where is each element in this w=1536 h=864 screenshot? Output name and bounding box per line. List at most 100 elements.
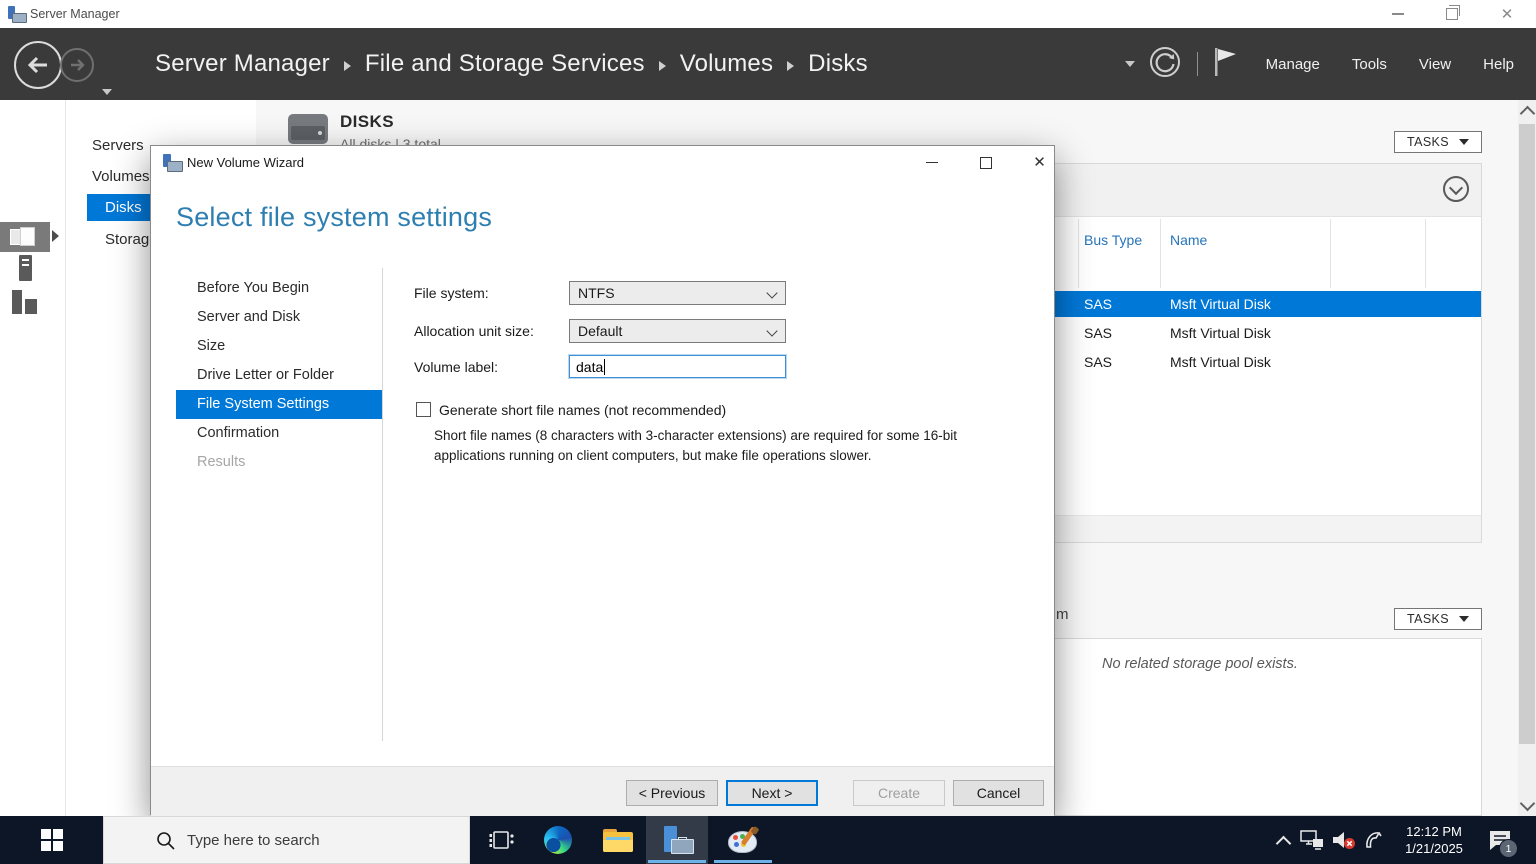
desktop: Server Manager ✕ Server Manager File and… — [0, 0, 1536, 864]
strip-expand-arrow-icon[interactable] — [52, 230, 59, 242]
file-system-label: File system: — [414, 285, 489, 301]
sidebar-file-storage-button[interactable] — [0, 222, 50, 252]
column-divider — [1425, 219, 1426, 288]
breadcrumb-volumes[interactable]: Volumes — [680, 50, 773, 78]
speaker-muted-icon — [1331, 829, 1357, 851]
disks-tasks-button[interactable]: TASKS — [1394, 131, 1482, 153]
menu-view[interactable]: View — [1419, 56, 1451, 73]
nav-item-servers[interactable]: Servers — [92, 137, 144, 154]
edge-taskbar-button[interactable] — [534, 816, 582, 864]
search-input[interactable] — [104, 817, 469, 863]
taskbar-search-box[interactable] — [103, 816, 470, 864]
column-divider — [1078, 219, 1079, 288]
step-confirmation[interactable]: Confirmation — [176, 419, 382, 448]
file-explorer-taskbar-button[interactable] — [594, 816, 642, 864]
notifications-dropdown-caret[interactable] — [1125, 61, 1135, 67]
wizard-maximize-button[interactable] — [963, 146, 1008, 179]
sidebar-all-servers-button[interactable] — [0, 290, 50, 314]
chevron-down-icon — [766, 287, 777, 298]
volumes-icon — [12, 290, 38, 314]
storage-pool-tasks-button[interactable]: TASKS — [1394, 608, 1482, 630]
volume-label-input[interactable]: data — [569, 355, 786, 378]
network-tray-button[interactable] — [1297, 816, 1327, 864]
taskbar-clock[interactable]: 12:12 PM 1/21/2025 — [1393, 823, 1475, 857]
history-dropdown-caret[interactable] — [102, 89, 112, 95]
windows-logo-icon — [41, 829, 63, 851]
navigation-bar: Server Manager File and Storage Services… — [0, 28, 1536, 100]
back-arrow-icon — [21, 48, 55, 82]
wizard-steps: Before You Begin Server and Disk Size Dr… — [176, 274, 382, 477]
generate-short-names-label: Generate short file names (not recommend… — [439, 402, 726, 418]
start-button[interactable] — [0, 816, 80, 864]
step-before-you-begin[interactable]: Before You Begin — [176, 274, 382, 303]
server-manager-app-icon — [8, 6, 26, 22]
close-button[interactable]: ✕ — [1484, 0, 1530, 28]
task-view-icon — [489, 828, 515, 852]
breadcrumb-separator-icon — [787, 61, 794, 71]
forward-button[interactable] — [60, 48, 94, 82]
navbar-right-cluster: Manage Tools View Help — [1125, 28, 1536, 100]
file-system-select[interactable]: NTFS — [569, 281, 786, 305]
step-server-and-disk[interactable]: Server and Disk — [176, 303, 382, 332]
back-button[interactable] — [14, 41, 62, 89]
next-button[interactable]: Next > — [726, 780, 818, 806]
previous-button[interactable]: < Previous — [626, 780, 718, 806]
short-names-note: Short file names (8 characters with 3-ch… — [434, 426, 999, 465]
nav-item-volumes[interactable]: Volumes — [92, 168, 150, 185]
storage-pool-empty-message: No related storage pool exists. — [1102, 656, 1298, 672]
paint-taskbar-button[interactable] — [712, 816, 774, 864]
running-indicator — [648, 860, 706, 863]
sidebar-local-server-button[interactable] — [0, 255, 50, 281]
step-drive-letter-or-folder[interactable]: Drive Letter or Folder — [176, 361, 382, 390]
refresh-icon — [1149, 46, 1181, 78]
window-title: Server Manager — [30, 7, 120, 21]
scroll-up-icon[interactable] — [1520, 106, 1536, 122]
task-view-button[interactable] — [478, 816, 526, 864]
volume-label-label: Volume label: — [414, 359, 498, 375]
menu-manage[interactable]: Manage — [1266, 56, 1320, 73]
breadcrumb-file-storage-services[interactable]: File and Storage Services — [365, 50, 645, 78]
storage-pool-heading-fragment: m — [1056, 606, 1069, 623]
wizard-title: New Volume Wizard — [187, 155, 304, 170]
vertical-scrollbar[interactable] — [1518, 100, 1536, 816]
new-volume-wizard-icon — [163, 154, 182, 170]
breadcrumb-server-manager[interactable]: Server Manager — [155, 50, 330, 78]
server-manager-icon — [662, 826, 692, 854]
forward-arrow-icon — [66, 54, 88, 76]
menu-tools[interactable]: Tools — [1352, 56, 1387, 73]
notification-count-badge: 1 — [1499, 839, 1518, 858]
menu-help[interactable]: Help — [1483, 56, 1514, 73]
cancel-button[interactable]: Cancel — [953, 780, 1044, 806]
server-manager-taskbar-button[interactable] — [646, 816, 708, 864]
restore-button[interactable] — [1429, 0, 1475, 28]
column-header-name[interactable]: Name — [1170, 232, 1207, 248]
column-divider — [1330, 219, 1331, 288]
scrollbar-thumb[interactable] — [1519, 124, 1535, 744]
wizard-titlebar: New Volume Wizard ✕ — [151, 146, 1054, 179]
collapse-chevron-button[interactable] — [1443, 176, 1469, 202]
refresh-button[interactable] — [1149, 46, 1181, 83]
volume-tray-button[interactable] — [1329, 816, 1359, 864]
create-button[interactable]: Create — [853, 780, 945, 806]
wizard-minimize-button[interactable] — [909, 146, 954, 179]
flag-notifications-button[interactable] — [1212, 46, 1238, 83]
ink-workspace-tray-button[interactable] — [1360, 816, 1388, 864]
app-titlebar: Server Manager ✕ — [0, 0, 1536, 28]
breadcrumb-separator-icon — [344, 61, 351, 71]
allocation-unit-size-select[interactable]: Default — [569, 319, 786, 343]
column-header-bus-type[interactable]: Bus Type — [1084, 232, 1142, 248]
breadcrumb-separator-icon — [659, 61, 666, 71]
generate-short-names-checkbox[interactable] — [416, 402, 431, 417]
step-size[interactable]: Size — [176, 332, 382, 361]
minimize-button[interactable] — [1375, 0, 1421, 28]
allocation-unit-size-label: Allocation unit size: — [414, 323, 534, 339]
step-file-system-settings[interactable]: File System Settings — [176, 390, 382, 419]
scroll-down-icon[interactable] — [1520, 796, 1536, 812]
file-explorer-icon — [603, 829, 633, 852]
wizard-close-button[interactable]: ✕ — [1017, 146, 1062, 179]
pen-icon — [1363, 829, 1385, 851]
tasks-caret-icon — [1459, 139, 1469, 145]
clock-date: 1/21/2025 — [1393, 840, 1475, 857]
sidebar-icon-strip — [0, 100, 66, 816]
breadcrumb-disks[interactable]: Disks — [808, 50, 868, 78]
